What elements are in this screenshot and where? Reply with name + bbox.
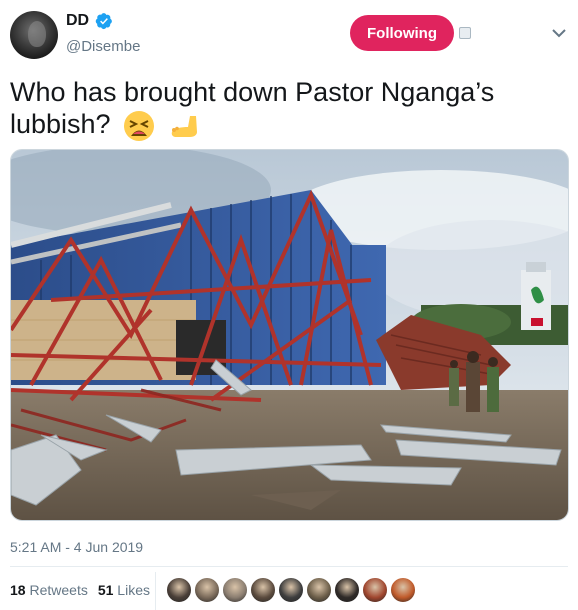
name-row: DD (66, 12, 113, 30)
liker-avatar[interactable] (390, 577, 416, 603)
tweet-photo[interactable] (10, 149, 569, 521)
likes-stat[interactable]: 51 Likes (98, 582, 150, 598)
collapsed-church-photo (11, 150, 568, 520)
retweets-stat[interactable]: 18 Retweets (10, 582, 88, 598)
liker-avatar[interactable] (362, 577, 388, 603)
liker-avatar[interactable] (306, 577, 332, 603)
liker-avatar[interactable] (166, 577, 192, 603)
following-button[interactable]: Following (350, 15, 454, 51)
user-handle[interactable]: @Disembe (66, 38, 140, 55)
tweet-header: DD @Disembe Following (0, 0, 578, 66)
liker-avatar[interactable] (250, 577, 276, 603)
likes-count: 51 (97, 582, 114, 598)
block-icon[interactable] (459, 27, 471, 39)
likers-avatars (166, 577, 416, 603)
tweet-timestamp[interactable]: 5:21 AM - 4 Jun 2019 (10, 539, 143, 555)
foot-emoji-icon (171, 115, 197, 137)
tired-face-emoji-icon (124, 110, 155, 141)
divider (10, 566, 568, 567)
liker-avatar[interactable] (222, 577, 248, 603)
liker-avatar[interactable] (194, 577, 220, 603)
stats-divider (155, 572, 156, 610)
retweets-count: 18 (10, 582, 26, 598)
likes-label: Likes (117, 582, 150, 598)
tweet-text: Who has brought down Pastor Nganga’s lub… (10, 76, 560, 142)
liker-avatar[interactable] (334, 577, 360, 603)
retweets-label: Retweets (29, 582, 88, 598)
avatar[interactable] (10, 11, 58, 59)
liker-avatar[interactable] (278, 577, 304, 603)
verified-badge-icon (95, 13, 112, 30)
display-name[interactable]: DD (66, 12, 89, 30)
tweet-body: Who has brought down Pastor Nganga’s lub… (10, 77, 495, 139)
engagement-stats: 18 Retweets 51 Likes (10, 582, 150, 598)
chevron-down-icon[interactable] (551, 27, 567, 39)
